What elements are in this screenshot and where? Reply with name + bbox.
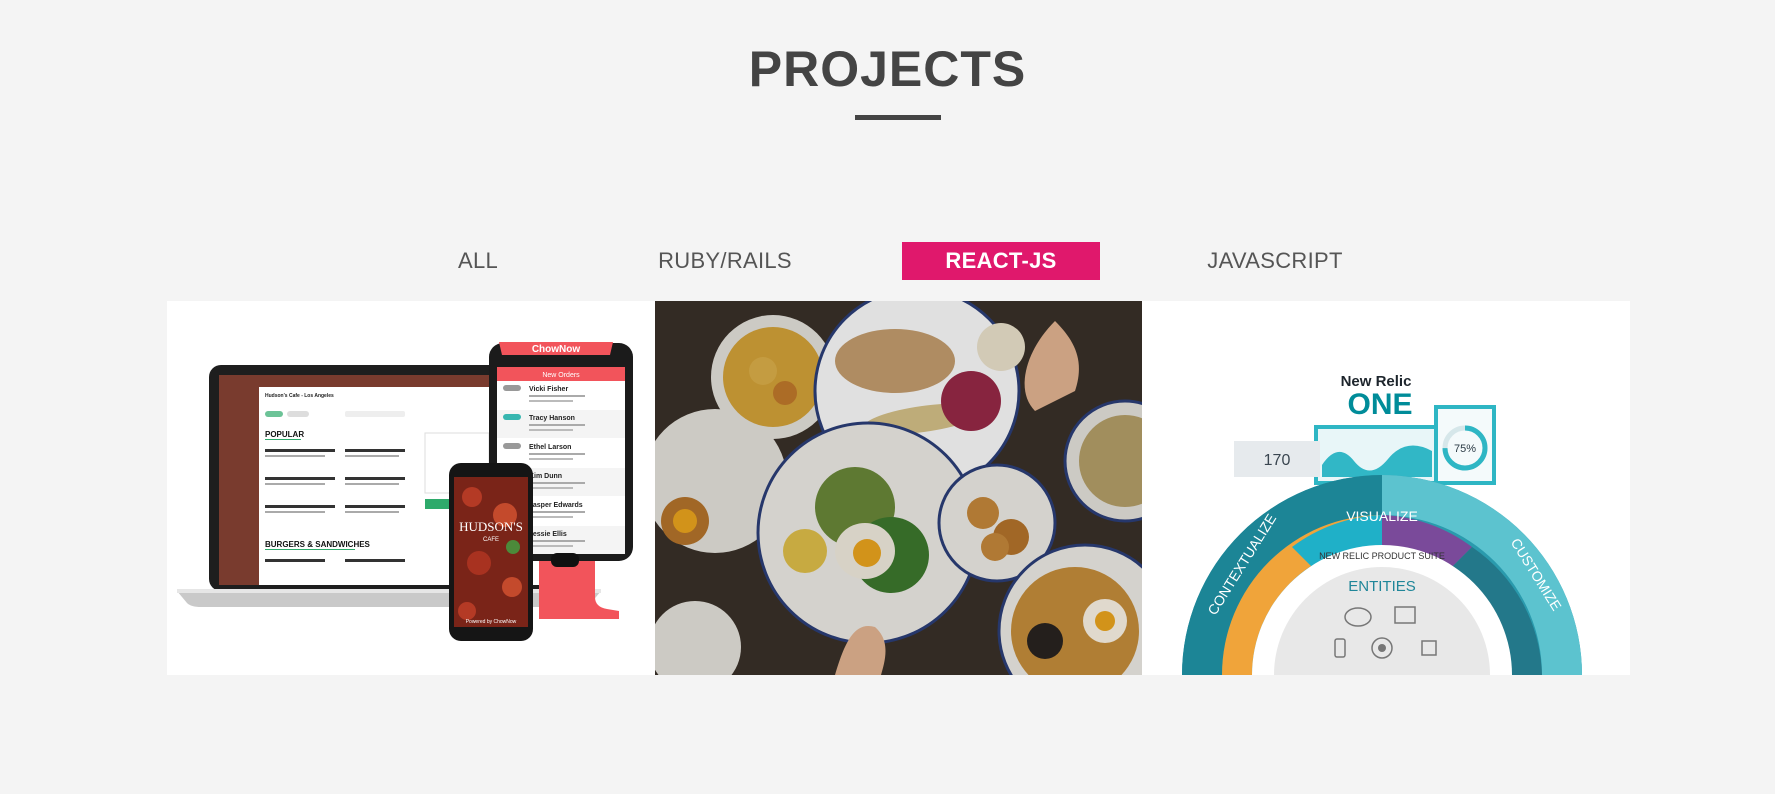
project-tile-chownow[interactable]: Hudson's Cafe - Los Angeles POPULAR BURG…: [167, 301, 655, 675]
order-tag: [503, 443, 521, 449]
chownow-devices-illustration: Hudson's Cafe - Los Angeles POPULAR BURG…: [177, 342, 633, 641]
project-filter-bar: ALL RUBY/RAILS REACT-JS JAVASCRIPT: [0, 242, 1775, 280]
project-tile-food[interactable]: [655, 301, 1142, 675]
phone-title: HUDSON'S: [459, 519, 523, 534]
tablet-header: New Orders: [542, 372, 580, 379]
page-title: PROJECTS: [748, 41, 1027, 97]
filter-javascript[interactable]: JAVASCRIPT: [1200, 242, 1350, 280]
order-name: Vicki Fisher: [529, 386, 568, 393]
suite-label: NEW RELIC PRODUCT SUITE: [1319, 551, 1445, 561]
filter-react-js[interactable]: REACT-JS: [902, 242, 1100, 280]
order-name: Jasper Edwards: [529, 502, 583, 509]
food-photo: [655, 301, 1142, 675]
menu-section-popular: POPULAR: [265, 430, 304, 439]
order-row: Tracy Hanson: [497, 410, 625, 438]
title-underline: [855, 115, 941, 120]
filter-all[interactable]: ALL: [428, 242, 528, 280]
order-name: Kim Dunn: [529, 473, 562, 480]
filter-ruby-rails[interactable]: RUBY/RAILS: [640, 242, 810, 280]
project-tile-new-relic[interactable]: New Relic ONE 170 75% VISUALIZE CONTEXTU…: [1142, 301, 1630, 675]
brand-main: ONE: [1347, 388, 1412, 421]
phone-footer: Powered by ChowNow: [466, 619, 517, 625]
order-tag: [503, 414, 521, 420]
menu-section-burgers: BURGERS & SANDWICHES: [265, 540, 371, 549]
chownow-brand: ChowNow: [532, 344, 581, 355]
order-tag: [503, 385, 521, 391]
order-row: Vicki Fisher: [497, 381, 625, 409]
order-row: Ethel Larson: [497, 439, 625, 467]
new-relic-diagram: New Relic ONE 170 75% VISUALIZE CONTEXTU…: [1182, 373, 1582, 675]
ring-label-visualize: VISUALIZE: [1346, 508, 1418, 524]
order-name: Ethel Larson: [529, 444, 571, 451]
center-label: ENTITIES: [1348, 578, 1416, 595]
order-name: Jessie Ellis: [529, 531, 567, 538]
restaurant-name: Hudson's Cafe - Los Angeles: [265, 393, 334, 399]
gauge-value: 75%: [1454, 443, 1476, 455]
phone-subtitle: CAFE: [483, 537, 499, 543]
stat-value: 170: [1264, 452, 1291, 469]
order-name: Tracy Hanson: [529, 415, 575, 422]
